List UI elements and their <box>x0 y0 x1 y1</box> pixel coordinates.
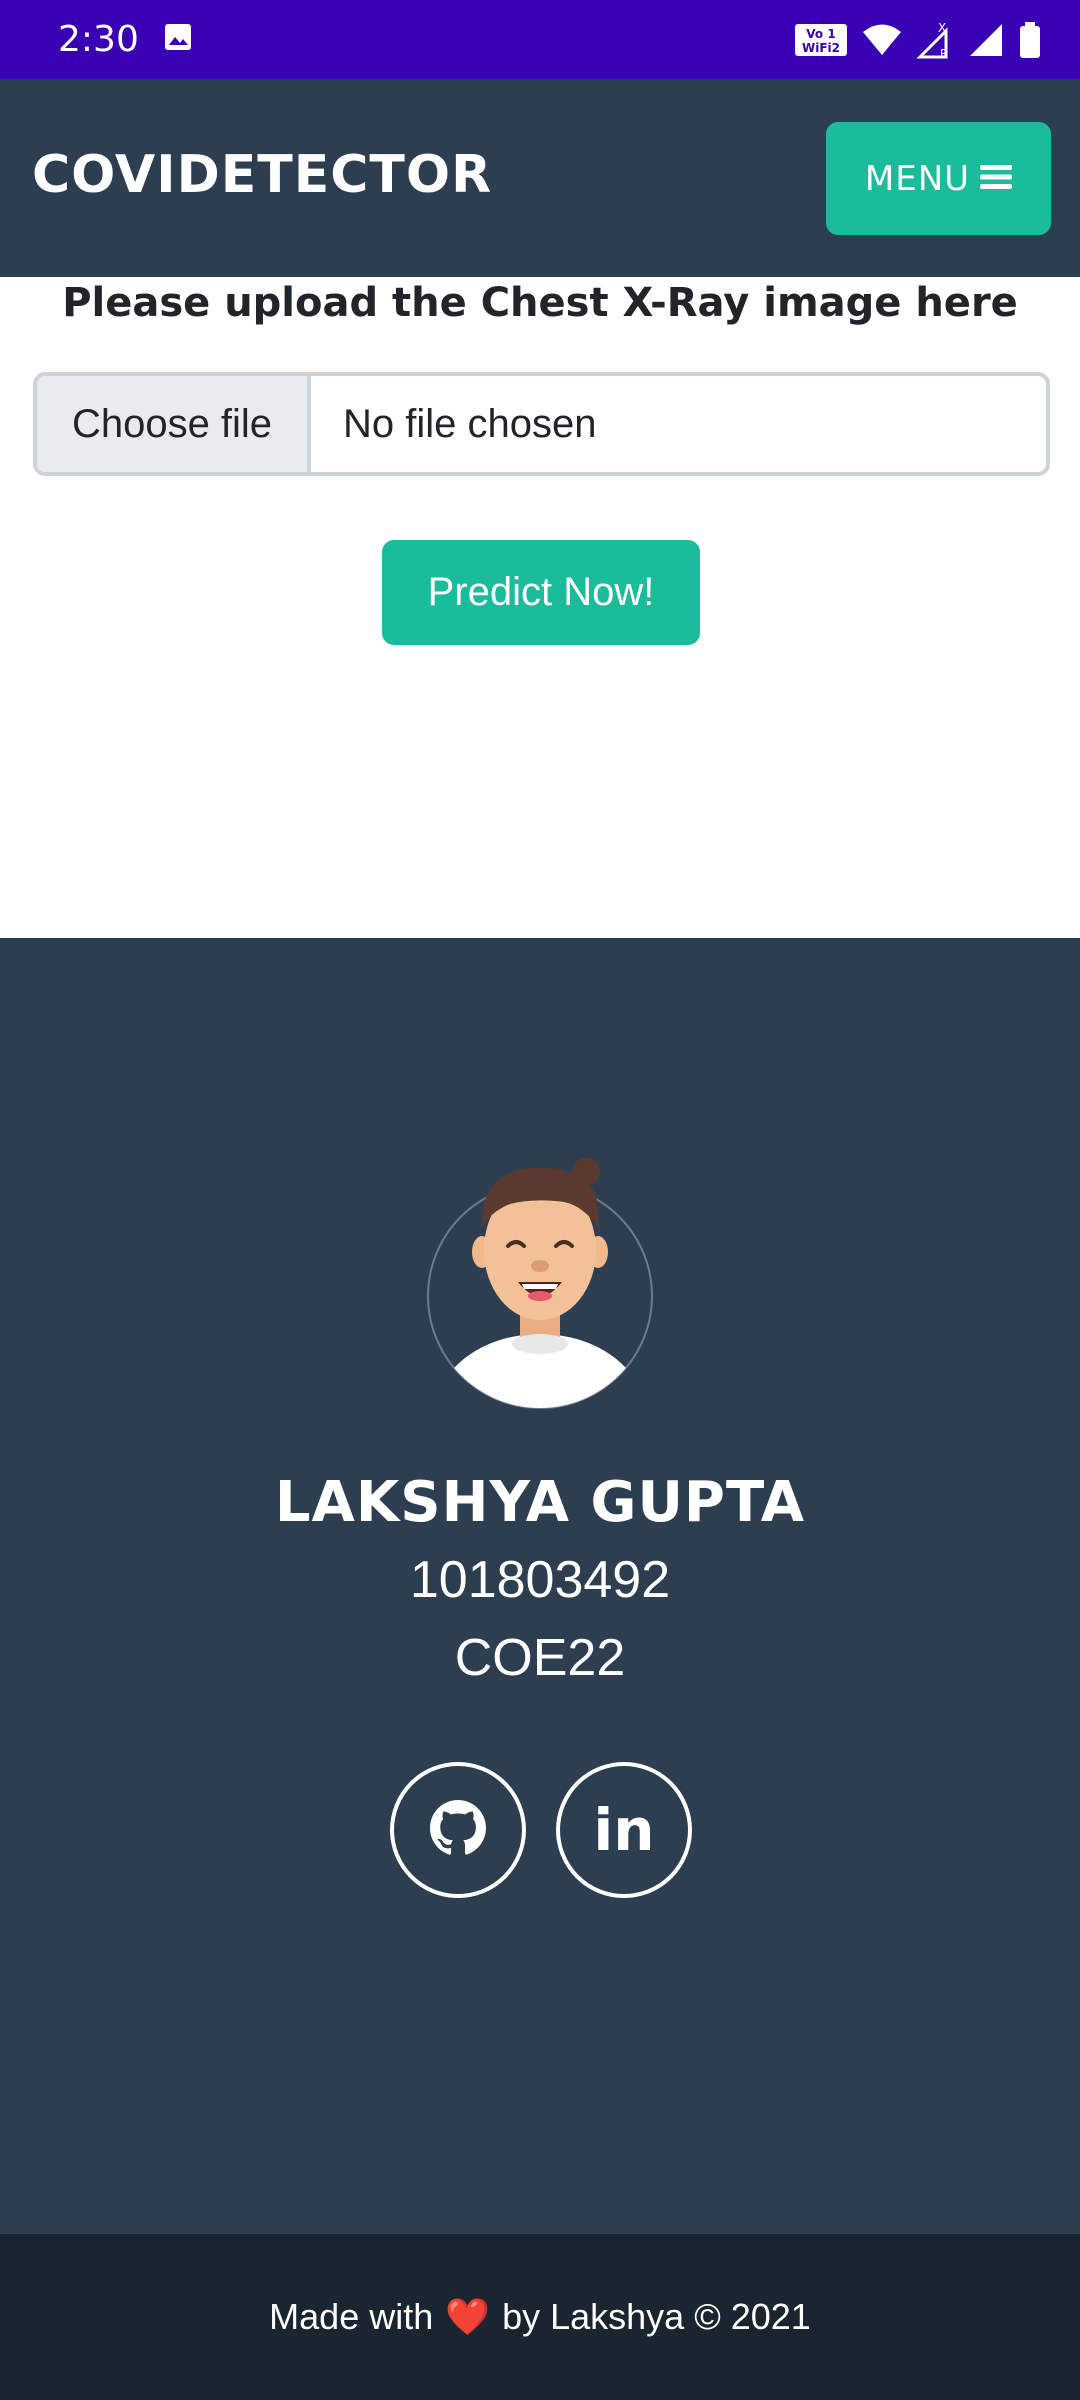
menu-label: MENU <box>864 158 971 199</box>
by-text: by Lakshya © 2021 <box>502 2296 811 2337</box>
brand-title[interactable]: COVIDETECTOR <box>32 145 492 205</box>
upload-title: Please upload the Chest X-Ray image here <box>62 280 1018 326</box>
status-time: 2:30 <box>58 19 139 60</box>
status-bar: 2:30 Vo 1 WiFi2 X R <box>0 0 1080 79</box>
avatar <box>424 1150 656 1410</box>
linkedin-icon: in <box>593 1796 655 1864</box>
predict-button[interactable]: Predict Now! <box>382 540 700 645</box>
svg-text:Vo 1: Vo 1 <box>806 27 835 41</box>
file-input[interactable]: Choose file No file chosen <box>33 372 1050 476</box>
volte-wifi-icon: Vo 1 WiFi2 <box>794 22 848 58</box>
navbar: COVIDETECTOR MENU <box>0 79 1080 277</box>
signal-x-r-icon: X R <box>916 21 954 59</box>
github-button[interactable] <box>390 1762 526 1898</box>
hamburger-icon <box>980 159 1013 199</box>
made-with-text: Made with <box>269 2296 434 2337</box>
file-status: No file chosen <box>343 401 597 446</box>
battery-icon <box>1018 21 1042 59</box>
image-icon <box>163 22 193 57</box>
copyright-footer: Made with ❤️ by Lakshya © 2021 <box>0 2234 1080 2400</box>
signal-icon <box>968 22 1004 58</box>
linkedin-button[interactable]: in <box>556 1762 692 1898</box>
svg-text:X: X <box>938 21 946 35</box>
svg-text:R: R <box>940 47 948 59</box>
svg-text:WiFi2: WiFi2 <box>802 41 840 55</box>
wifi-icon <box>862 23 902 57</box>
person-name: LAKSHYA GUPTA <box>274 1470 806 1535</box>
person-id: 101803492 <box>409 1551 671 1609</box>
heart-icon: ❤️ <box>445 2296 491 2337</box>
menu-button[interactable]: MENU <box>826 122 1051 235</box>
choose-file-button[interactable]: Choose file <box>37 376 311 472</box>
github-icon <box>430 1799 486 1861</box>
person-class: COE22 <box>454 1629 626 1687</box>
page: 2:30 Vo 1 WiFi2 X R COVIDETECTOR MENU Pl… <box>0 0 1080 2400</box>
